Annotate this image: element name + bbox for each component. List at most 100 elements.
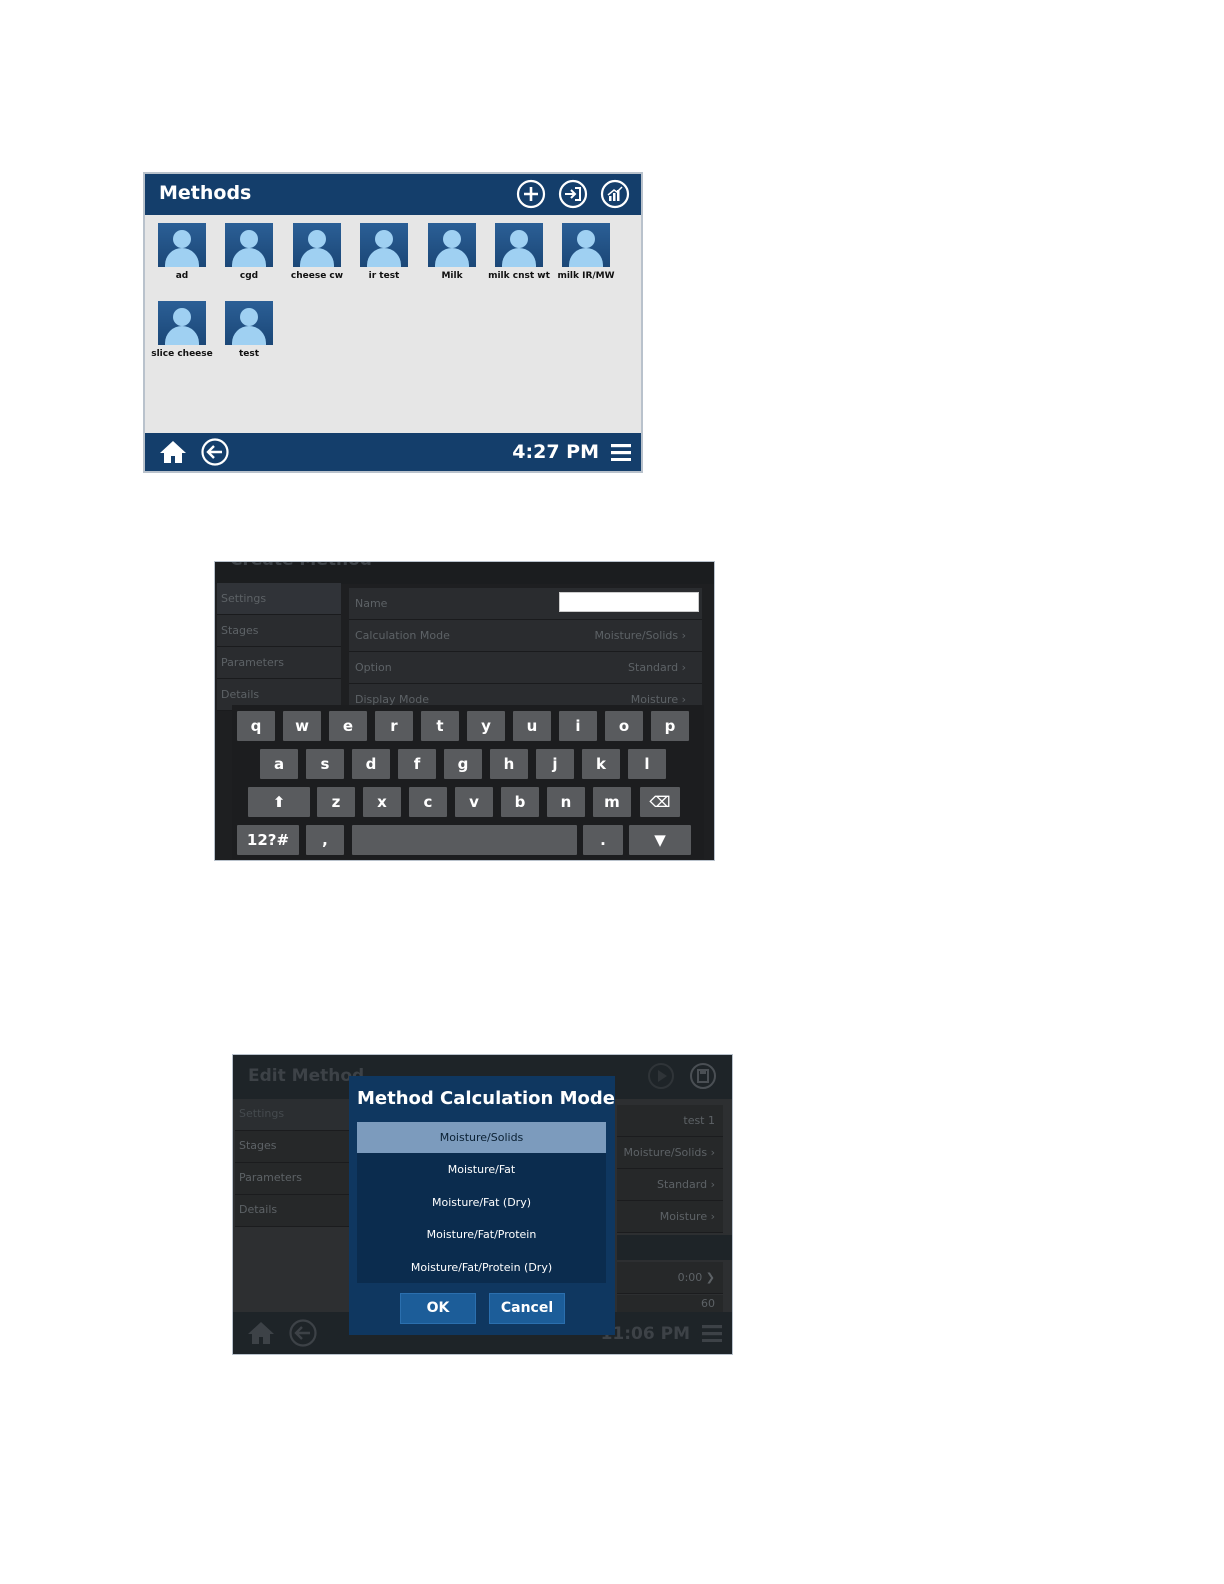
save-button[interactable] — [689, 1062, 717, 1090]
page-title: Methods — [159, 182, 252, 204]
option-moisture-fat[interactable]: Moisture/Fat — [357, 1154, 606, 1185]
key-c[interactable]: c — [409, 787, 447, 817]
method-tile[interactable]: ir test — [352, 223, 416, 281]
name-row[interactable]: test 1 — [617, 1105, 723, 1137]
key-s[interactable]: s — [306, 749, 344, 779]
home-icon — [160, 441, 186, 463]
page-title: Create Method — [230, 562, 372, 570]
import-icon — [558, 179, 588, 209]
key-p[interactable]: p — [651, 711, 689, 741]
key-a[interactable]: a — [260, 749, 298, 779]
calculation-mode-row[interactable]: Moisture/Solids › — [617, 1137, 723, 1169]
statistics-button[interactable] — [600, 179, 630, 209]
option-moisture-solids[interactable]: Moisture/Solids — [357, 1122, 606, 1153]
calculation-mode-value: Moisture/Solids › — [594, 629, 686, 642]
menu-button[interactable] — [611, 444, 631, 461]
key-g[interactable]: g — [444, 749, 482, 779]
method-avatar-icon — [562, 223, 610, 267]
sidebar-item-stages[interactable]: Stages — [217, 615, 341, 647]
key-d[interactable]: d — [352, 749, 390, 779]
sidebar-item-details[interactable]: Details — [235, 1195, 349, 1227]
method-tile[interactable]: test — [217, 301, 281, 359]
method-tile[interactable]: slice cheese — [150, 301, 214, 359]
sidebar-item-stages[interactable]: Stages — [235, 1131, 349, 1163]
sidebar-item-settings[interactable]: Settings — [235, 1099, 349, 1131]
method-tile[interactable]: Milk — [420, 223, 484, 281]
key-o[interactable]: o — [605, 711, 643, 741]
key-j[interactable]: j — [536, 749, 574, 779]
space-key[interactable] — [352, 825, 577, 855]
method-tile[interactable]: ad — [150, 223, 214, 281]
display-mode-row[interactable]: Moisture › — [617, 1201, 723, 1233]
key-n[interactable]: n — [547, 787, 585, 817]
option-row[interactable]: Option Standard › — [349, 652, 702, 684]
method-avatar-icon — [158, 223, 206, 267]
cancel-button[interactable]: Cancel — [489, 1293, 565, 1324]
key-e[interactable]: e — [329, 711, 367, 741]
ok-button[interactable]: OK — [400, 1293, 476, 1324]
key-m[interactable]: m — [593, 787, 631, 817]
shift-key[interactable]: ⬆ — [248, 787, 310, 817]
option-value: Standard › — [657, 1178, 715, 1191]
key-x[interactable]: x — [363, 787, 401, 817]
key-l[interactable]: l — [628, 749, 666, 779]
comma-key[interactable]: , — [306, 825, 344, 855]
method-label: ad — [175, 271, 189, 281]
option-moisture-fat-dry[interactable]: Moisture/Fat (Dry) — [357, 1187, 606, 1218]
plus-icon — [516, 179, 546, 209]
key-h[interactable]: h — [490, 749, 528, 779]
option-row[interactable]: Standard › — [617, 1169, 723, 1201]
symbols-key[interactable]: 12?# — [237, 825, 299, 855]
key-f[interactable]: f — [398, 749, 436, 779]
key-z[interactable]: z — [317, 787, 355, 817]
name-label: Name — [355, 597, 388, 610]
home-button[interactable] — [159, 439, 187, 465]
key-y[interactable]: y — [467, 711, 505, 741]
period-key[interactable]: . — [583, 825, 623, 855]
display-mode-value: Moisture › — [659, 1210, 715, 1223]
sidebar-item-label: Stages — [239, 1139, 277, 1152]
key-u[interactable]: u — [513, 711, 551, 741]
sidebar-item-parameters[interactable]: Parameters — [217, 647, 341, 679]
backspace-key[interactable]: ⌫ — [640, 787, 680, 817]
calculation-mode-row[interactable]: Calculation Mode Moisture/Solids › — [349, 620, 702, 652]
sidebar-item-parameters[interactable]: Parameters — [235, 1163, 349, 1195]
method-avatar-icon — [225, 301, 273, 345]
option-moisture-fat-protein-dry[interactable]: Moisture/Fat/Protein (Dry) — [357, 1252, 606, 1283]
option-label: Option — [355, 661, 392, 674]
method-label: test — [238, 349, 260, 359]
run-button[interactable] — [647, 1062, 675, 1090]
key-t[interactable]: t — [421, 711, 459, 741]
key-i[interactable]: i — [559, 711, 597, 741]
key-w[interactable]: w — [283, 711, 321, 741]
add-method-button[interactable] — [516, 179, 546, 209]
import-method-button[interactable] — [558, 179, 588, 209]
name-input[interactable] — [559, 592, 699, 612]
hide-keyboard-key[interactable]: ▼ — [629, 825, 691, 855]
home-button[interactable] — [247, 1320, 275, 1346]
menu-button[interactable] — [702, 1325, 722, 1342]
method-tile[interactable]: cheese cw — [285, 223, 349, 281]
page-title: Edit Method — [248, 1066, 365, 1086]
key-q[interactable]: q — [237, 711, 275, 741]
methods-header-bar: Methods — [145, 174, 641, 215]
key-k[interactable]: k — [582, 749, 620, 779]
option-moisture-fat-protein[interactable]: Moisture/Fat/Protein — [357, 1219, 606, 1250]
method-avatar-icon — [495, 223, 543, 267]
name-row: Name — [349, 588, 702, 620]
sidebar-item-settings[interactable]: Settings — [217, 583, 341, 615]
back-button[interactable] — [289, 1319, 317, 1347]
key-v[interactable]: v — [455, 787, 493, 817]
time-row[interactable]: 0:00 ❯ — [617, 1262, 723, 1294]
method-label: slice cheese — [151, 349, 213, 359]
key-r[interactable]: r — [375, 711, 413, 741]
edit-method-screen: Edit Method Settings Stages Parameters D… — [232, 1054, 733, 1355]
value-row[interactable]: 60 — [617, 1295, 723, 1313]
key-b[interactable]: b — [501, 787, 539, 817]
method-avatar-icon — [293, 223, 341, 267]
method-tile[interactable]: milk cnst wt — [487, 223, 551, 281]
bar-chart-icon — [600, 179, 630, 209]
method-tile[interactable]: cgd — [217, 223, 281, 281]
back-button[interactable] — [201, 438, 229, 466]
method-tile[interactable]: milk IR/MW — [554, 223, 618, 281]
